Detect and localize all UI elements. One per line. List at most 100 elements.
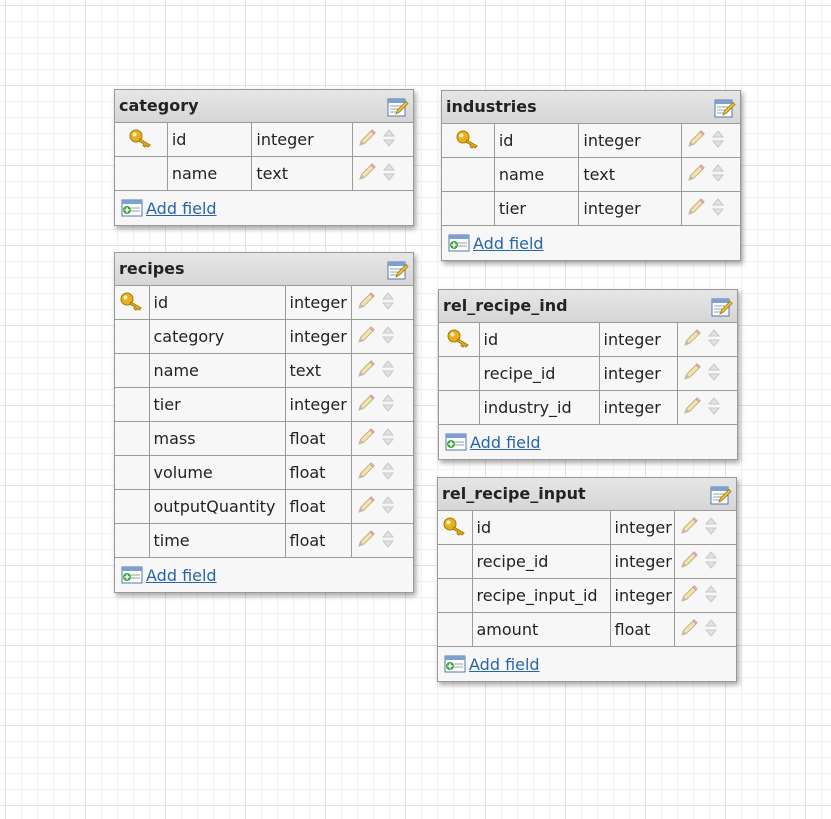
pencil-icon[interactable] [356,359,376,383]
field-row[interactable]: tier integer [115,387,413,422]
field-row[interactable]: id integer [442,124,740,158]
add-field-link[interactable]: Add field [469,655,540,674]
up-down-arrows-icon[interactable] [381,392,394,418]
up-down-arrows-icon[interactable] [712,128,725,154]
pencil-icon[interactable] [357,128,377,152]
add-field-link[interactable]: Add field [473,234,544,253]
pencil-icon[interactable] [356,291,376,315]
pencil-icon[interactable] [356,461,376,485]
add-field-link[interactable]: Add field [146,199,217,218]
up-down-arrows-icon[interactable] [383,161,396,187]
key-icon [128,129,154,153]
field-row[interactable]: id integer [438,511,736,545]
edit-table-icon[interactable] [711,296,733,318]
add-field-row: Add field [439,425,737,459]
field-row[interactable]: recipe_input_id integer [438,578,736,613]
add-field-icon[interactable] [121,199,143,217]
field-row[interactable]: name text [442,157,740,192]
up-down-arrows-icon[interactable] [704,549,717,575]
field-row[interactable]: time float [115,523,413,558]
pencil-icon[interactable] [682,396,702,420]
table-header[interactable]: recipes [115,253,413,286]
table-rel-recipe-ind[interactable]: rel_recipe_ind id integer recipe_id integer… [438,289,738,460]
edit-table-icon[interactable] [387,96,409,118]
add-field-icon[interactable] [445,433,467,451]
key-cell [439,323,480,357]
edit-table-icon[interactable] [387,259,409,281]
pencil-icon[interactable] [356,495,376,519]
table-header[interactable]: category [115,90,413,123]
up-down-arrows-icon[interactable] [707,395,720,421]
pencil-icon[interactable] [357,162,377,186]
table-category[interactable]: category id integer name text Add field [114,89,414,226]
up-down-arrows-icon[interactable] [707,327,720,353]
pencil-icon[interactable] [679,550,699,574]
field-name: category [149,319,286,354]
edit-table-icon[interactable] [714,97,736,119]
up-down-arrows-icon[interactable] [381,460,394,486]
field-row[interactable]: id integer [115,286,413,320]
table-header[interactable]: rel_recipe_ind [439,290,737,323]
field-type: float [285,523,352,558]
pencil-icon[interactable] [682,328,702,352]
pencil-icon[interactable] [679,584,699,608]
field-row[interactable]: name text [115,156,413,191]
key-cell [439,390,480,425]
pencil-icon[interactable] [356,325,376,349]
field-row[interactable]: mass float [115,421,413,456]
up-down-arrows-icon[interactable] [381,494,394,520]
up-down-arrows-icon[interactable] [381,528,394,554]
field-row[interactable]: volume float [115,455,413,490]
pencil-icon[interactable] [682,362,702,386]
up-down-arrows-icon[interactable] [704,515,717,541]
field-actions-group [686,128,740,154]
up-down-arrows-icon[interactable] [704,583,717,609]
up-down-arrows-icon[interactable] [381,426,394,452]
field-row[interactable]: id integer [115,123,413,157]
pencil-icon[interactable] [679,618,699,642]
up-down-arrows-icon[interactable] [383,127,396,153]
up-down-arrows-icon[interactable] [712,196,725,222]
pencil-icon[interactable] [686,197,706,221]
field-name: amount [472,612,611,647]
pencil-icon[interactable] [356,393,376,417]
up-down-arrows-icon[interactable] [707,361,720,387]
table-title: rel_recipe_input [442,484,586,503]
up-down-arrows-icon[interactable] [381,358,394,384]
add-field-link[interactable]: Add field [146,566,217,585]
up-down-arrows-icon[interactable] [704,617,717,643]
add-field-link[interactable]: Add field [470,433,541,452]
pencil-icon[interactable] [356,529,376,553]
field-actions [351,421,413,456]
table-header[interactable]: industries [442,91,740,124]
field-row[interactable]: industry_id integer [439,390,737,425]
up-down-arrows-icon[interactable] [381,324,394,350]
field-list: id integer recipe_id integer industry_id inte… [439,323,737,425]
field-name: id [472,511,611,545]
table-industries[interactable]: industries id integer name text tier integer … [441,90,741,261]
field-row[interactable]: recipe_id integer [439,356,737,391]
up-down-arrows-icon[interactable] [381,290,394,316]
add-field-icon[interactable] [448,234,470,252]
field-row[interactable]: tier integer [442,191,740,226]
table-title: rel_recipe_ind [443,296,568,315]
pencil-icon[interactable] [356,427,376,451]
pencil-icon[interactable] [686,129,706,153]
add-field-icon[interactable] [121,566,143,584]
pencil-icon[interactable] [679,516,699,540]
field-actions-group [679,515,737,541]
add-field-icon[interactable] [444,655,466,673]
field-row[interactable]: id integer [439,323,737,357]
table-recipes[interactable]: recipes id integer category integer name text… [114,252,414,593]
pencil-icon[interactable] [686,163,706,187]
field-row[interactable]: recipe_id integer [438,544,736,579]
field-row[interactable]: category integer [115,319,413,354]
field-row[interactable]: outputQuantity float [115,489,413,524]
field-row[interactable]: name text [115,353,413,388]
table-rel-recipe-input[interactable]: rel_recipe_input id integer recipe_id integ… [437,477,737,682]
field-row[interactable]: amount float [438,612,736,647]
table-header[interactable]: rel_recipe_input [438,478,736,511]
field-type: integer [251,123,354,157]
edit-table-icon[interactable] [710,484,732,506]
up-down-arrows-icon[interactable] [712,162,725,188]
